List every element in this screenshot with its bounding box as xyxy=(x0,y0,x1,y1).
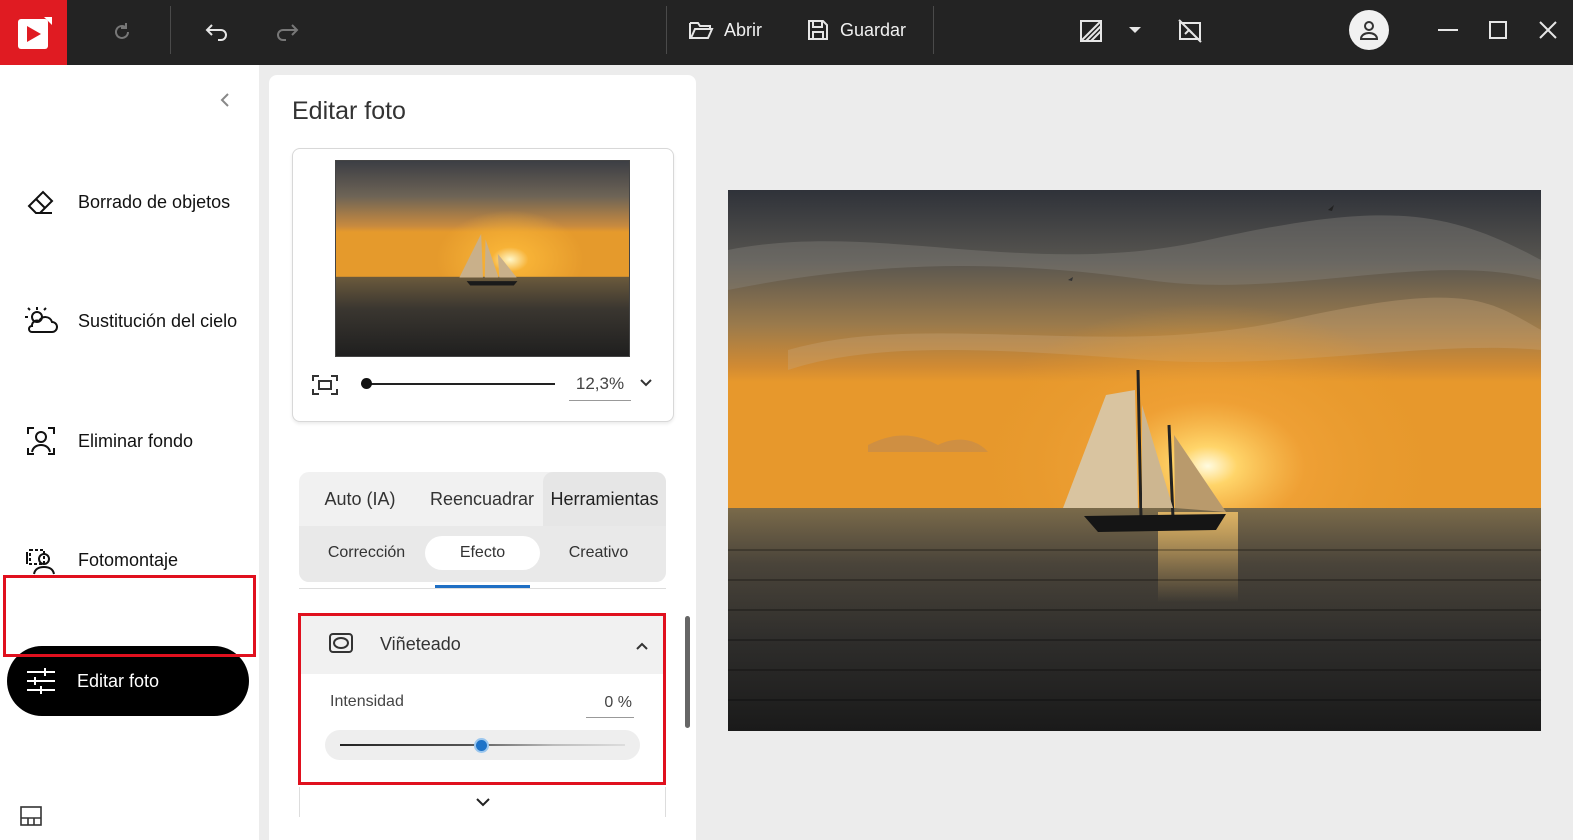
subtab-creative[interactable]: Creativo xyxy=(541,536,656,570)
sidebar-item-label: Sustitución del cielo xyxy=(78,310,238,331)
minimize-icon[interactable] xyxy=(1434,16,1462,44)
preview-navigator: 12,3% xyxy=(292,148,674,422)
caret-down-icon[interactable] xyxy=(1126,18,1144,42)
sky-cloud-icon xyxy=(24,304,58,338)
photomontage-icon xyxy=(24,543,58,577)
sidebar-item-sky-replacement[interactable]: Sustitución del cielo xyxy=(24,301,237,341)
fit-to-screen-icon[interactable] xyxy=(311,374,339,401)
account-button[interactable] xyxy=(1349,10,1389,50)
chevron-left-icon xyxy=(220,93,229,107)
tab-auto-ai[interactable]: Auto (IA) xyxy=(299,472,421,526)
redo-icon[interactable] xyxy=(271,16,303,48)
save-button[interactable]: Guardar xyxy=(806,14,906,46)
panel-title: Editar foto xyxy=(292,97,406,125)
sidebar-item-remove-background[interactable]: Eliminar fondo xyxy=(24,421,193,461)
toolbar-divider xyxy=(933,6,934,54)
zoom-slider-handle[interactable] xyxy=(361,378,372,389)
expand-more-button[interactable] xyxy=(299,787,666,817)
eraser-icon xyxy=(24,185,58,219)
no-crop-icon[interactable] xyxy=(1174,15,1206,47)
sidebar-item-label: Editar foto xyxy=(77,670,160,691)
edit-mode-tabs: Auto (IA) Reencuadrar Herramientas Corre… xyxy=(299,472,666,582)
tab-tools[interactable]: Herramientas xyxy=(543,472,666,526)
chevron-down-icon xyxy=(475,798,490,807)
tools-subtabs: Corrección Efecto Creativo xyxy=(299,526,666,582)
sidebar-item-label: Borrado de objetos xyxy=(78,191,231,212)
sliders-icon xyxy=(27,668,55,694)
split-view-icon[interactable] xyxy=(1075,15,1107,47)
tab-reframe[interactable]: Reencuadrar xyxy=(421,472,543,526)
close-icon[interactable] xyxy=(1534,16,1562,44)
toolbar-divider xyxy=(666,6,667,54)
folder-open-icon xyxy=(689,22,714,39)
divider xyxy=(299,588,666,589)
open-label: Abrir xyxy=(724,19,763,40)
sidebar-item-label: Eliminar fondo xyxy=(78,430,194,451)
play-logo-icon xyxy=(17,16,52,49)
main-photo-canvas[interactable] xyxy=(728,190,1541,731)
subtab-effect[interactable]: Efecto xyxy=(425,536,540,570)
highlight-box xyxy=(298,613,666,785)
zoom-slider-track[interactable] xyxy=(365,383,555,385)
panel-scrollbar[interactable] xyxy=(685,616,690,728)
sidebar-item-object-eraser[interactable]: Borrado de objetos xyxy=(24,182,230,222)
undo-icon[interactable] xyxy=(201,16,233,48)
sidebar-item-label: Fotomontaje xyxy=(78,549,179,570)
save-icon xyxy=(808,20,828,40)
collapse-sidebar-button[interactable] xyxy=(214,87,236,113)
open-button[interactable]: Abrir xyxy=(688,14,762,46)
chevron-down-icon[interactable] xyxy=(639,375,653,393)
refresh-icon[interactable] xyxy=(106,16,138,48)
save-label: Guardar xyxy=(840,19,907,40)
layout-panel-icon[interactable] xyxy=(20,806,42,831)
highlight-box xyxy=(3,575,256,657)
maximize-icon[interactable] xyxy=(1484,16,1512,44)
app-logo[interactable] xyxy=(0,0,67,65)
subtab-correction[interactable]: Corrección xyxy=(309,536,424,570)
title-bar: Abrir Guardar xyxy=(0,0,1573,65)
sidebar-item-photomontage[interactable]: Fotomontaje xyxy=(24,540,178,580)
user-icon xyxy=(1359,21,1379,40)
toolbar-divider xyxy=(170,6,171,54)
person-frame-icon xyxy=(24,424,58,458)
tools-sidebar: Borrado de objetos Sustitución del cielo… xyxy=(0,65,259,840)
preview-thumbnail[interactable] xyxy=(335,160,630,357)
zoom-value-field[interactable]: 12,3% xyxy=(569,373,631,401)
